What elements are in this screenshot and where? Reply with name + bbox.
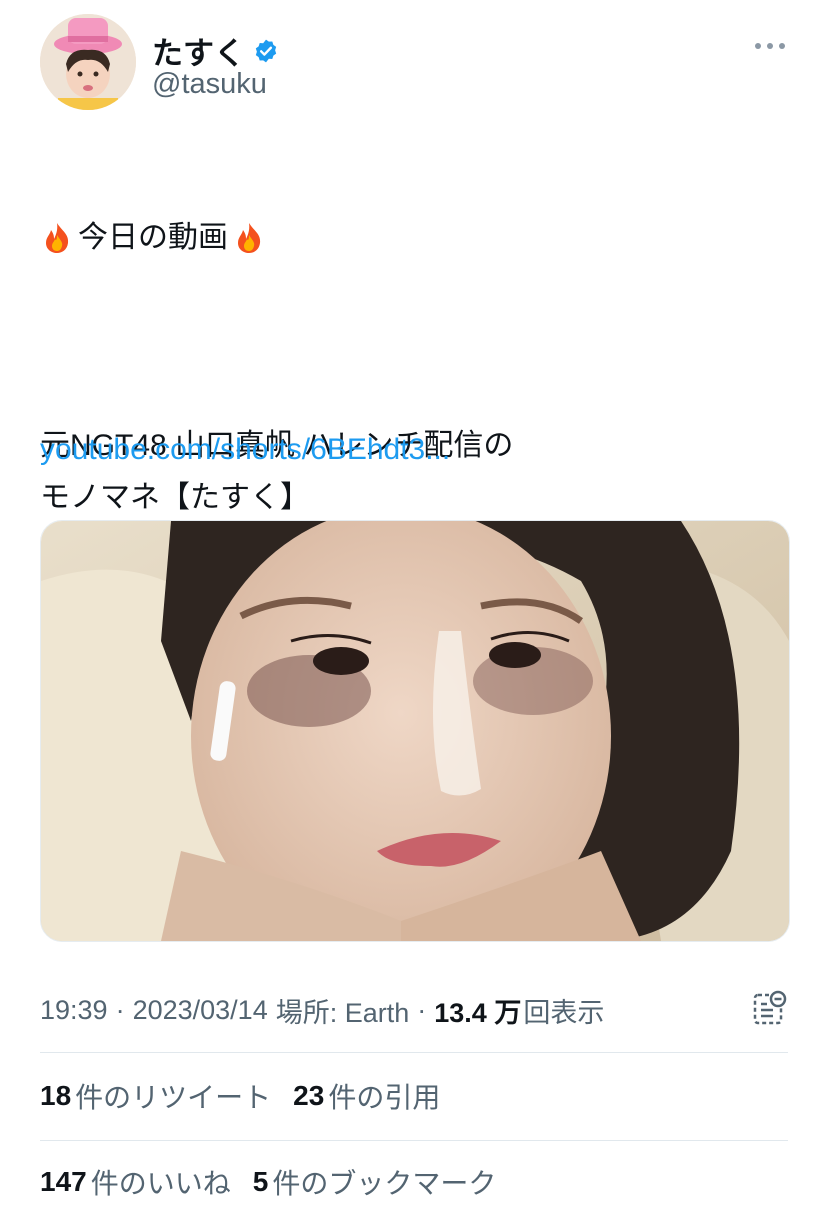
tweet-time[interactable]: 19:39 [40, 995, 108, 1026]
views-count: 13.4 万 [434, 997, 522, 1028]
tweet-text: 今日の動画 元NGT48 山口真帆 ハレンチ配信の モノマネ【たすく】 [40, 160, 788, 576]
tweet-date[interactable]: 2023/03/14 [133, 995, 268, 1026]
verified-badge-icon [255, 39, 277, 62]
views-label: 回表示 [523, 997, 605, 1028]
avatar[interactable] [40, 14, 136, 110]
fire-icon [46, 223, 69, 253]
retweets-label: 件のリツイート [75, 1082, 272, 1113]
meta-separator: · [417, 994, 427, 1025]
tweet-media[interactable] [40, 520, 790, 942]
retweets-stat[interactable]: 18 件のリツイート [40, 1076, 271, 1116]
tweet-link[interactable]: youtube.com/shorts/6BEhdt3... [40, 424, 450, 476]
retweets-count: 18 [40, 1080, 72, 1111]
tweet-headline: 今日の動画 [40, 212, 788, 264]
stats-row-engagement: 18 件のリツイート 23 件の引用 [40, 1072, 462, 1120]
bookmarks-label: 件のブックマーク [272, 1168, 497, 1199]
fire-icon [238, 223, 261, 253]
tweet-location[interactable]: 場所: Earth [276, 991, 410, 1030]
likes-stat[interactable]: 147 件のいいね [40, 1162, 231, 1202]
stats-row-likes: 147 件のいいね 5 件のブックマーク [40, 1158, 518, 1206]
bookmarks-stat[interactable]: 5 件のブックマーク [253, 1162, 497, 1202]
more-icon[interactable] [752, 36, 788, 56]
tweet-meta: 19:39 · 2023/03/14 場所: Earth · 13.4 万 回表… [40, 988, 788, 1032]
likes-count: 147 [40, 1166, 87, 1197]
tweet-headline-text: 今日の動画 [78, 221, 228, 254]
quotes-label: 件の引用 [328, 1082, 441, 1113]
quotes-stat[interactable]: 23 件の引用 [293, 1076, 440, 1116]
bookmarks-count: 5 [252, 1166, 269, 1197]
divider [40, 1140, 788, 1141]
view-analytics-icon[interactable] [752, 990, 788, 1026]
meta-separator: · [115, 994, 125, 1025]
tweet-header: たすく @tasuku [40, 14, 788, 110]
divider [40, 1052, 788, 1053]
media-image [41, 521, 789, 941]
name-row: たすく [152, 28, 279, 73]
avatar-image [40, 14, 136, 110]
likes-label: 件のいいね [90, 1168, 231, 1199]
display-name[interactable]: たすく [152, 28, 245, 73]
quotes-count: 23 [293, 1080, 325, 1111]
user-handle[interactable]: @tasuku [152, 68, 267, 101]
